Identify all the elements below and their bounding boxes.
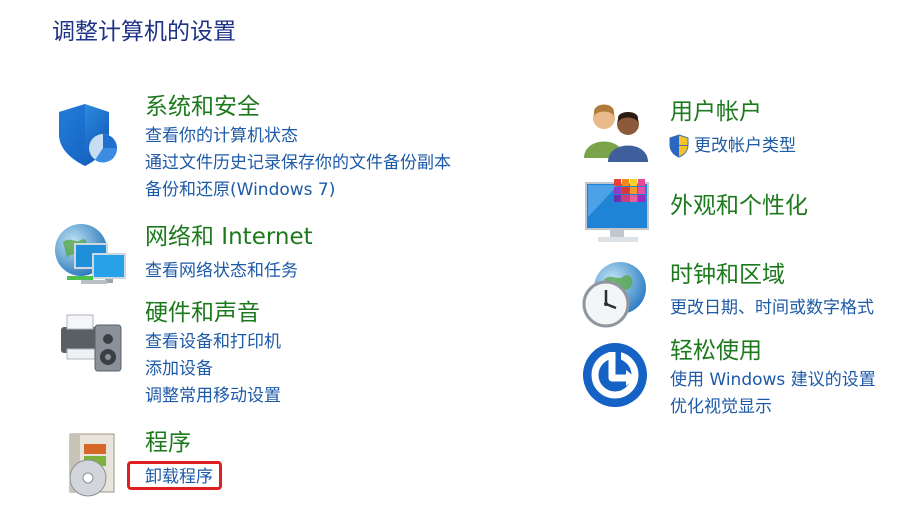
clock-globe-icon[interactable] [580, 260, 660, 340]
link-windows-recommended-settings[interactable]: 使用 Windows 建议的设置 [670, 368, 876, 392]
category-title-user-accounts[interactable]: 用户帐户 [670, 97, 762, 127]
ease-of-access-icon[interactable] [582, 342, 662, 422]
link-change-account-type[interactable]: 更改帐户类型 [694, 134, 796, 158]
category-title-hardware[interactable]: 硬件和声音 [145, 298, 260, 328]
category-title-programs[interactable]: 程序 [145, 428, 191, 458]
uac-shield-icon [668, 134, 690, 158]
link-file-history-backup[interactable]: 通过文件历史记录保存你的文件备份副本 [145, 151, 451, 175]
link-backup-restore-win7[interactable]: 备份和还原(Windows 7) [145, 178, 335, 202]
link-change-date-time-format[interactable]: 更改日期、时间或数字格式 [670, 296, 874, 320]
category-title-ease-access[interactable]: 轻松使用 [670, 336, 762, 366]
category-title-appearance[interactable]: 外观和个性化 [670, 191, 808, 221]
link-mobility-settings[interactable]: 调整常用移动设置 [145, 384, 281, 408]
category-title-system-security[interactable]: 系统和安全 [145, 92, 260, 122]
link-network-status-tasks[interactable]: 查看网络状态和任务 [145, 259, 298, 283]
link-add-device[interactable]: 添加设备 [145, 357, 213, 381]
highlight-frame [127, 461, 222, 490]
link-view-computer-status[interactable]: 查看你的计算机状态 [145, 124, 298, 148]
category-title-network[interactable]: 网络和 Internet [145, 222, 313, 252]
category-title-clock-region[interactable]: 时钟和区域 [670, 260, 785, 290]
monitor-palette-icon[interactable] [580, 177, 660, 257]
page-title: 调整计算机的设置 [52, 19, 236, 45]
link-optimize-visual-display[interactable]: 优化视觉显示 [670, 395, 772, 419]
network-globe-icon[interactable] [53, 222, 133, 302]
printer-speaker-icon[interactable] [55, 305, 135, 385]
security-shield-icon[interactable] [55, 100, 135, 180]
link-devices-printers[interactable]: 查看设备和打印机 [145, 330, 281, 354]
users-icon[interactable] [582, 100, 662, 180]
